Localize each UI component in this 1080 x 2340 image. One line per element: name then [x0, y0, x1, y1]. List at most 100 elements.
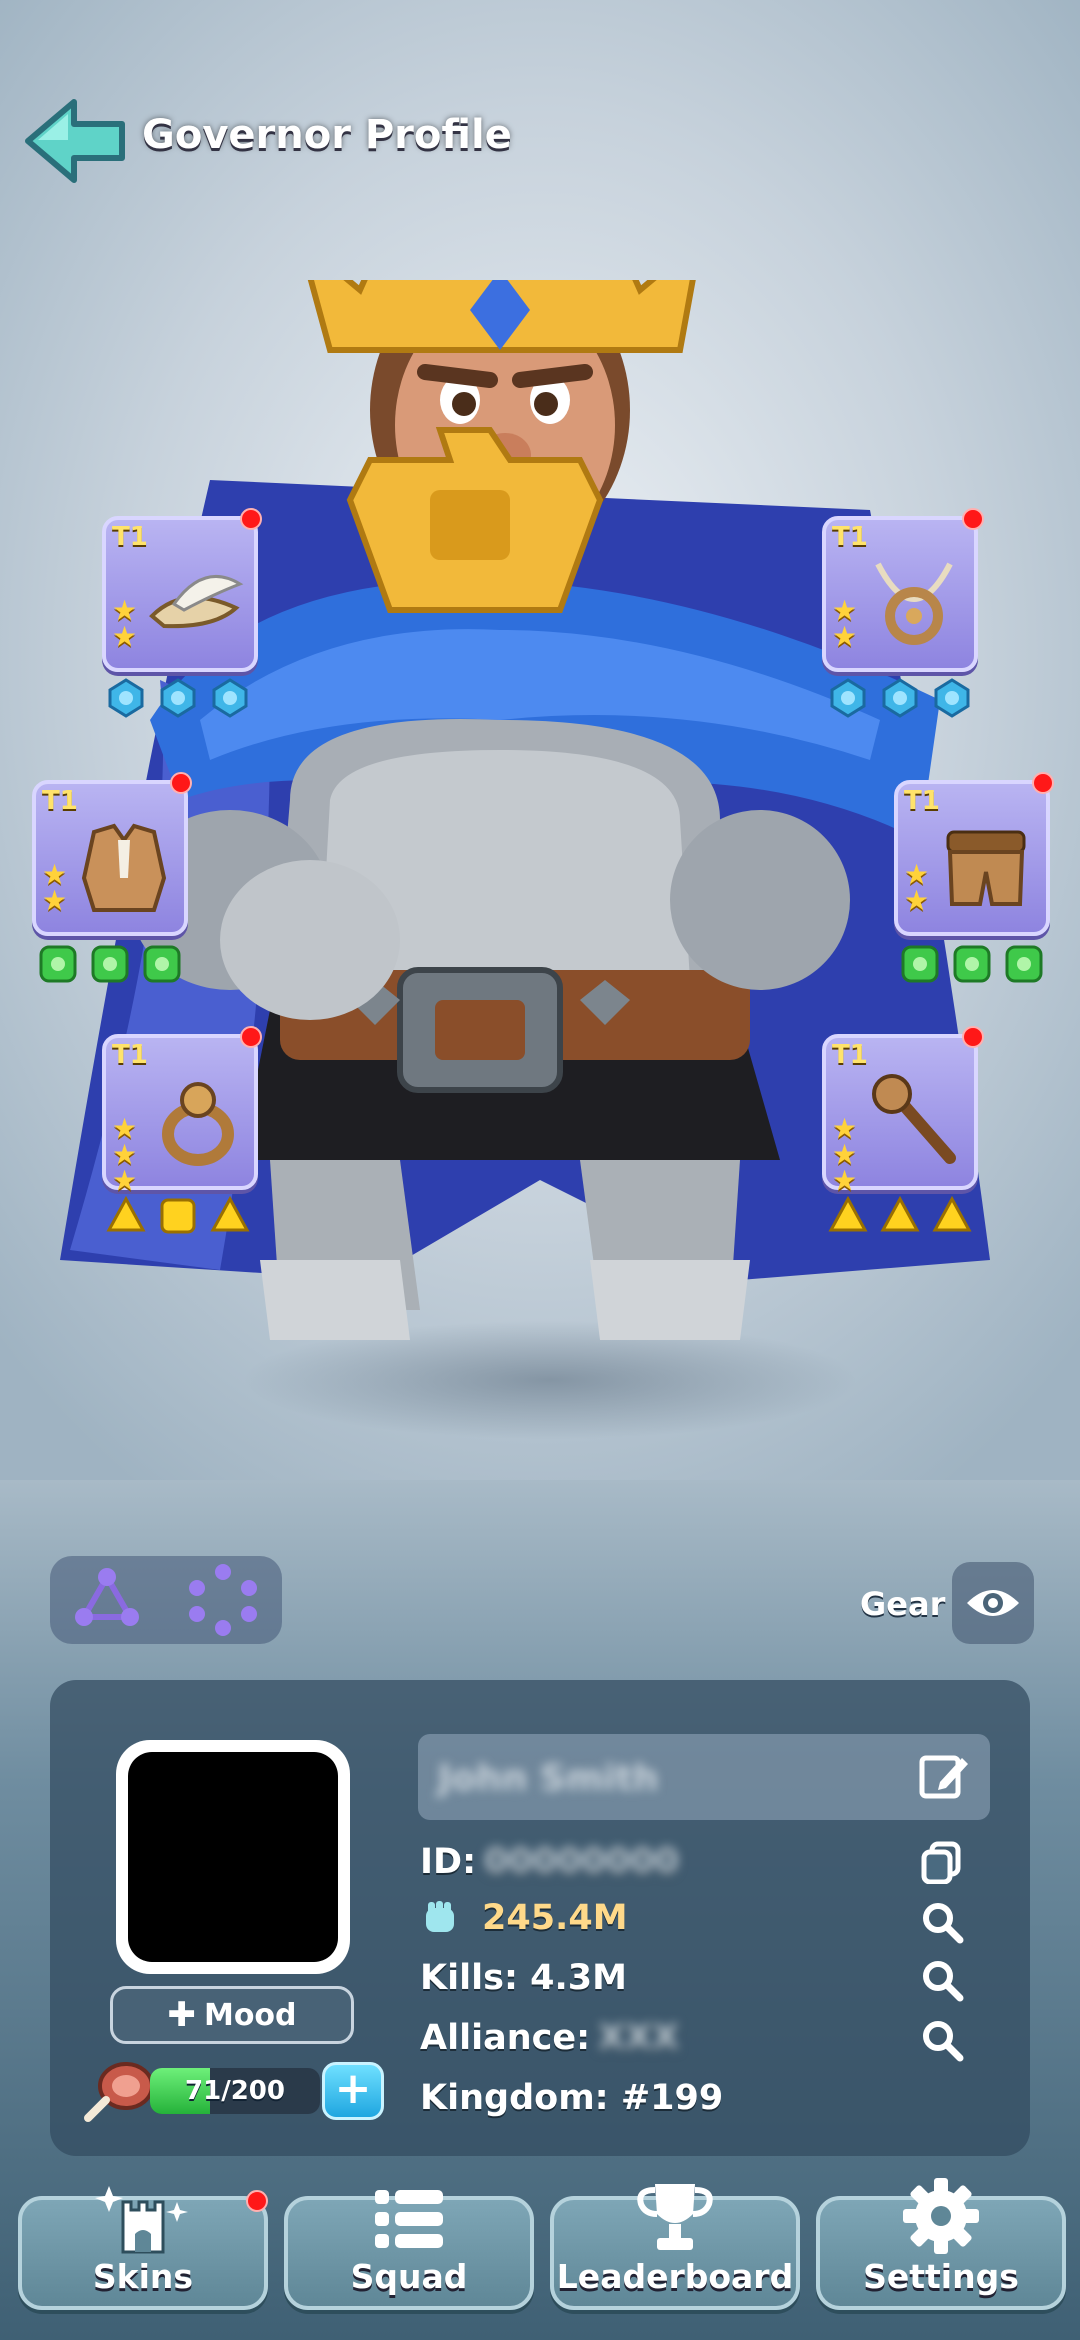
gem-sockets	[106, 678, 250, 718]
gem-sockets	[828, 1196, 972, 1236]
power-row: 245.4M	[420, 1898, 628, 1938]
nav-skins-label: Skins	[92, 2257, 194, 2296]
yellow-gem-icon	[106, 1196, 146, 1232]
yellow-gem-icon	[160, 1198, 196, 1234]
mood-button[interactable]: ✚ Mood	[110, 1986, 354, 2044]
star-rating: ★ ★	[904, 858, 930, 917]
page-title: Governor Profile	[142, 112, 512, 158]
search-icon[interactable]	[920, 2018, 964, 2062]
star-rating: ★ ★	[832, 594, 858, 653]
notification-dot	[240, 1026, 262, 1048]
green-gem-icon	[91, 945, 129, 983]
ring-icon	[162, 1082, 234, 1166]
eye-icon	[967, 1590, 1019, 1616]
star-rating: ★ ★ ★	[112, 1112, 138, 1197]
plus-icon: ✚	[167, 1995, 196, 2035]
formation-toggle-bar	[50, 1556, 282, 1644]
kingdom-text: Kingdom: #199	[420, 2078, 724, 2118]
equip-slot-accessory[interactable]: T1 ★ ★	[822, 516, 978, 672]
trophy-icon	[637, 2184, 713, 2250]
blue-gem-icon	[212, 678, 248, 718]
id-row: ID: 00000000	[420, 1842, 679, 1882]
blue-gem-icon	[934, 678, 970, 718]
notification-dot	[962, 1026, 984, 1048]
scepter-icon	[872, 1074, 956, 1164]
gear-label: Gear	[860, 1585, 946, 1623]
governor-name-field: John Smith	[418, 1734, 990, 1820]
tier-label: T1	[832, 522, 868, 552]
gem-sockets	[828, 678, 972, 718]
back-arrow-icon[interactable]	[22, 96, 130, 186]
kills-text: Kills: 4.3M	[420, 1958, 627, 1998]
id-value: 00000000	[484, 1842, 679, 1882]
castle-icon	[95, 2186, 188, 2254]
nav-leaderboard-label: Leaderboard	[556, 2257, 794, 2296]
meat-icon	[84, 2062, 154, 2122]
list-icon	[375, 2190, 443, 2248]
power-value: 245.4M	[482, 1898, 628, 1938]
notification-dot	[962, 508, 984, 530]
green-gem-icon	[901, 945, 939, 983]
gear-visibility-button[interactable]	[952, 1562, 1034, 1644]
notification-dot	[240, 508, 262, 530]
avatar[interactable]	[116, 1740, 350, 1974]
blue-gem-icon	[882, 678, 918, 718]
gem-sockets	[900, 944, 1044, 984]
yellow-gem-icon	[828, 1196, 868, 1232]
yellow-gem-icon	[932, 1196, 972, 1232]
blue-gem-icon	[830, 678, 866, 718]
governor-character	[60, 280, 990, 1340]
triangle-formation-icon[interactable]	[72, 1565, 142, 1635]
copy-icon[interactable]	[920, 1840, 964, 1884]
search-icon[interactable]	[920, 1958, 964, 2002]
tier-label: T1	[112, 522, 148, 552]
add-stamina-button[interactable]: +	[322, 2062, 384, 2120]
yellow-gem-icon	[880, 1196, 920, 1232]
alliance-row: Alliance: XXX	[420, 2018, 679, 2058]
tier-label: T1	[904, 786, 940, 816]
search-icon[interactable]	[920, 1900, 964, 1944]
alliance-label: Alliance:	[420, 2018, 591, 2058]
green-gem-icon	[953, 945, 991, 983]
equip-slot-ring[interactable]: T1 ★ ★ ★	[102, 1034, 258, 1195]
green-gem-icon	[39, 945, 77, 983]
kingdom-row: Kingdom: #199	[420, 2078, 723, 2118]
nav-skins-button[interactable]: Skins	[18, 2186, 268, 2310]
equip-slot-weapon[interactable]: T1 ★ ★ ★	[822, 1034, 978, 1195]
star-rating: ★ ★	[42, 858, 68, 917]
notification-dot	[246, 2190, 268, 2212]
nav-settings-label: Settings	[863, 2257, 1019, 2296]
nav-settings-button[interactable]: Settings	[816, 2178, 1066, 2310]
circle-formation-icon[interactable]	[185, 1562, 261, 1638]
mood-label: Mood	[203, 1997, 297, 2033]
tier-label: T1	[112, 1040, 148, 1070]
yellow-gem-icon	[210, 1196, 250, 1232]
nav-leaderboard-button[interactable]: Leaderboard	[550, 2184, 800, 2310]
blue-gem-icon	[108, 678, 144, 718]
stamina-bar: 71/200	[150, 2068, 320, 2114]
gem-sockets	[106, 1196, 250, 1236]
notification-dot	[170, 772, 192, 794]
nav-squad-label: Squad	[350, 2257, 468, 2296]
nav-squad-button[interactable]: Squad	[284, 2190, 534, 2310]
star-rating: ★ ★ ★	[832, 1112, 858, 1197]
belt-pants-icon	[946, 830, 1026, 906]
tier-label: T1	[832, 1040, 868, 1070]
tier-label: T1	[42, 786, 78, 816]
blue-gem-icon	[160, 678, 196, 718]
fist-icon	[426, 1901, 454, 1932]
green-gem-icon	[143, 945, 181, 983]
id-label: ID:	[420, 1842, 477, 1882]
feathered-hat-icon	[149, 575, 244, 629]
equip-slot-armor[interactable]: T1 ★ ★	[32, 780, 188, 936]
gear-icon	[903, 2178, 979, 2254]
governor-name: John Smith	[438, 1758, 659, 1799]
armor-vest-icon	[81, 823, 167, 912]
gem-sockets	[38, 944, 182, 984]
equip-slot-helmet[interactable]: T1 ★ ★	[102, 516, 258, 672]
star-rating: ★ ★	[112, 594, 138, 653]
equip-slot-legs[interactable]: T1 ★ ★	[894, 780, 1050, 936]
edit-icon[interactable]	[918, 1750, 970, 1802]
green-gem-icon	[1005, 945, 1043, 983]
kills-row: Kills: 4.3M	[420, 1958, 627, 1998]
